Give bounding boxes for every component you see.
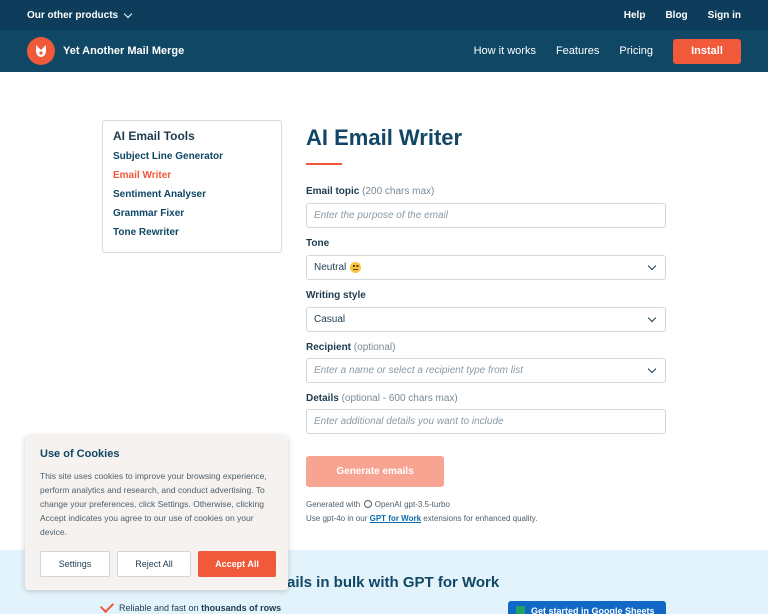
neutral-face-icon — [350, 262, 362, 273]
cookie-text: This site uses cookies to improve your b… — [40, 471, 267, 537]
recipient-label-text: Recipient — [306, 342, 352, 353]
email-topic-label-text: Email topic — [306, 186, 360, 197]
details-label: Details (optional - 600 chars max) — [306, 393, 458, 404]
openai-icon — [363, 500, 372, 508]
sidebar-item-tone-rewriter[interactable]: Tone Rewriter — [113, 227, 271, 238]
google-sheets-button[interactable]: Get started in Google Sheets — [508, 601, 666, 614]
details-input[interactable]: Enter additional details you want to inc… — [306, 409, 666, 434]
checkmark-icon — [99, 598, 115, 614]
cookie-consent-dialog: Use of Cookies This site uses cookies to… — [25, 436, 288, 590]
note1-prefix: Generated with — [306, 500, 361, 509]
reliable-bold: thousands of rows — [201, 603, 282, 613]
page-title: AI Email Writer — [306, 125, 463, 150]
details-label-text: Details — [306, 393, 339, 404]
sidebar-item-grammar-fixer[interactable]: Grammar Fixer — [113, 208, 271, 219]
gpt-for-work-note: Use gpt-4o in our GPT for Work extension… — [306, 514, 537, 523]
cookie-settings-button[interactable]: Settings — [40, 551, 110, 577]
sidebar-item-subject-line-generator[interactable]: Subject Line Generator — [113, 151, 271, 162]
generated-with-note: Generated with OpenAI gpt-3.5-turbo — [306, 500, 450, 509]
sidebar-item-email-writer[interactable]: Email Writer — [113, 170, 271, 181]
main-nav: Yet Another Mail Merge How it works Feat… — [0, 30, 768, 72]
google-sheets-button-label: Get started in Google Sheets — [531, 606, 655, 614]
brand-name[interactable]: Yet Another Mail Merge — [63, 45, 184, 57]
chevron-down-icon — [647, 313, 657, 323]
note2-suffix: extensions for enhanced quality. — [423, 514, 538, 523]
cookie-accept-button[interactable]: Accept All — [198, 551, 276, 577]
sign-in-link[interactable]: Sign in — [708, 10, 741, 21]
brand-logo-icon[interactable] — [27, 37, 55, 65]
email-topic-label: Email topic (200 chars max) — [306, 186, 434, 197]
banner-title: ails in bulk with GPT for Work — [287, 574, 500, 591]
chevron-down-icon — [647, 364, 657, 374]
recipient-placeholder: Enter a name or select a recipient type … — [314, 365, 523, 376]
chevron-down-icon — [647, 261, 657, 271]
nav-pricing[interactable]: Pricing — [619, 45, 653, 57]
reliable-text: Reliable and fast on thousands of rows — [119, 603, 281, 613]
recipient-label: Recipient (optional) — [306, 342, 396, 353]
sidebar-title: AI Email Tools — [113, 129, 195, 143]
recipient-combobox[interactable]: Enter a name or select a recipient type … — [306, 358, 666, 383]
tone-label: Tone — [306, 238, 330, 249]
ai-tools-sidebar: AI Email Tools Subject Line Generator Em… — [102, 120, 282, 253]
reliable-prefix: Reliable and fast on — [119, 603, 199, 613]
email-topic-hint: (200 chars max) — [362, 186, 435, 197]
note2-prefix: Use gpt-4o in our — [306, 514, 368, 523]
cookie-title: Use of Cookies — [40, 448, 120, 460]
top-bar: Our other products Help Blog Sign in — [0, 0, 768, 30]
email-topic-placeholder: Enter the purpose of the email — [314, 210, 448, 221]
sidebar-item-sentiment-analyser[interactable]: Sentiment Analyser — [113, 189, 271, 200]
generate-emails-button[interactable]: Generate emails — [306, 456, 444, 487]
details-hint: (optional - 600 chars max) — [341, 393, 458, 404]
writing-style-select[interactable]: Casual — [306, 307, 666, 332]
details-placeholder: Enter additional details you want to inc… — [314, 416, 504, 427]
other-products-label: Our other products — [27, 9, 119, 21]
nav-features[interactable]: Features — [556, 45, 599, 57]
gpt-for-work-link[interactable]: GPT for Work — [370, 514, 421, 523]
cookie-reject-button[interactable]: Reject All — [117, 551, 191, 577]
chevron-down-icon — [123, 9, 133, 18]
recipient-hint: (optional) — [353, 342, 396, 353]
writing-style-value: Casual — [314, 314, 346, 325]
nav-how-it-works[interactable]: How it works — [474, 45, 536, 57]
google-sheets-icon — [516, 605, 525, 614]
tone-value: Neutral — [314, 262, 347, 273]
writing-style-label: Writing style — [306, 290, 366, 301]
install-button[interactable]: Install — [673, 38, 741, 64]
email-writer-form: AI Email Writer Email topic (200 chars m… — [306, 125, 666, 523]
note1-model: OpenAI gpt-3.5-turbo — [374, 500, 450, 509]
other-products-menu[interactable]: Our other products — [27, 9, 133, 21]
tone-select[interactable]: Neutral — [306, 255, 666, 280]
blog-link[interactable]: Blog — [665, 10, 687, 21]
title-underline — [306, 163, 342, 165]
help-link[interactable]: Help — [624, 10, 646, 21]
email-topic-input[interactable]: Enter the purpose of the email — [306, 203, 666, 228]
